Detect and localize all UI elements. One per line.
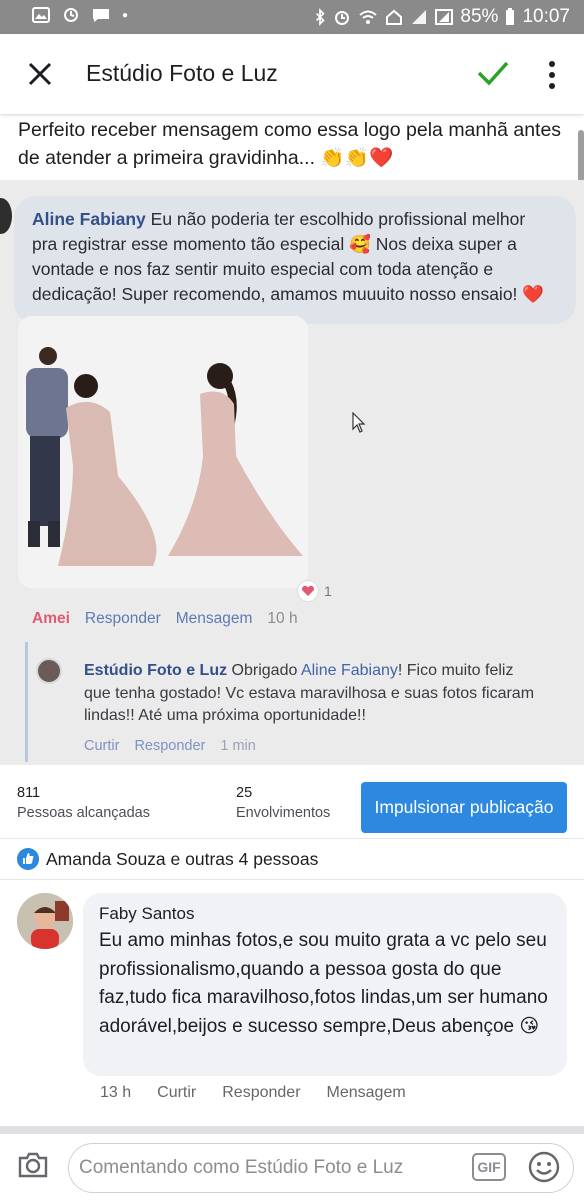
reach-count: 811 [17,785,41,801]
caption-line-2: de atender a primeira gravidinha... 👏👏❤️ [18,147,394,169]
signal-icon [412,10,427,24]
message-icon [93,9,109,22]
status-bar: ● 85% 10:07 [0,0,584,34]
comment-actions: 13 h Curtir Responder Mensagem [100,1084,406,1102]
app-bar: Estúdio Foto e Luz [0,34,584,114]
avatar-photo [17,893,73,949]
like-icon [17,848,39,870]
bluetooth-icon [316,8,326,26]
battery-icon [506,8,515,25]
close-icon[interactable] [26,60,54,88]
battery-percent: 85% [460,6,499,27]
comment-text: Eu amo minhas fotos,e sou muito grata a … [99,930,548,1037]
reacted-label[interactable]: Amei [32,610,70,628]
embedded-comment-actions: Amei Responder Mensagem 10 h [32,610,298,628]
dot-icon: ● [122,9,129,21]
comment-message-link[interactable]: Mensagem [327,1084,406,1102]
reply-text: Estúdio Foto e Luz Obrigado Aline Fabian… [84,660,544,728]
divider [0,1126,584,1134]
maternity-photo-illustration [18,316,308,588]
check-icon[interactable] [476,58,510,88]
camera-icon[interactable] [17,1151,49,1179]
reply-avatar [36,658,62,684]
avatar[interactable] [17,893,73,949]
post-caption: Perfeito receber mensagem como essa logo… [18,116,574,172]
heart-reaction-icon [297,580,319,602]
mouse-cursor-icon [352,412,366,433]
comment-reply-link[interactable]: Responder [222,1084,300,1102]
page-title: Estúdio Foto e Luz [86,60,278,86]
reply-link[interactable]: Responder [85,610,161,628]
embedded-comment-text: Aline Fabiany Eu não poderia ter escolhi… [32,207,552,307]
comment-bubble: Faby Santos Eu amo minhas fotos,e sou mu… [83,893,567,1076]
comment-author[interactable]: Faby Santos [99,904,194,924]
engagement-stat: 25 Envolvimentos [236,784,330,824]
reaction-count: 1 [324,583,332,599]
emoji-icon[interactable] [528,1151,560,1183]
post-photo[interactable]: Aline Fabiany Eu não poderia ter escolhi… [0,180,584,765]
reply-body-start: Obrigado [231,662,298,679]
caption-line-1: Perfeito receber mensagem como essa logo… [18,119,562,141]
more-icon[interactable] [542,60,562,90]
reply-actions: Curtir Responder 1 min [84,738,256,754]
reach-stat: 811 Pessoas alcançadas [17,784,150,824]
reach-label: Pessoas alcançadas [17,805,150,821]
comment-like-link[interactable]: Curtir [157,1084,196,1102]
sync-icon [64,8,78,22]
comment-time: 13 h [100,1084,132,1101]
signal-icon-2 [435,9,454,25]
embedded-comment-time: 10 h [267,610,298,627]
embedded-comment-author: Aline Fabiany [32,209,146,229]
reply-tag: Aline Fabiany [300,662,398,679]
gif-icon[interactable]: GIF [472,1153,506,1181]
reply-like-link[interactable]: Curtir [84,738,119,754]
reply-thread-line [25,642,28,762]
clock: 10:07 [522,6,570,27]
alarm-icon [335,11,350,25]
reply-time: 1 min [220,738,256,754]
comment-composer: GIF [0,1134,584,1200]
engagement-label: Envolvimentos [236,805,331,821]
message-link[interactable]: Mensagem [176,610,253,628]
gallery-icon [32,7,50,23]
wifi-icon [359,10,378,24]
reaction-summary[interactable]: 1 [297,580,332,602]
reply-author: Estúdio Foto e Luz [84,662,228,679]
likes-summary: Amanda Souza e outras 4 pessoas [46,849,319,869]
boost-post-button[interactable]: Impulsionar publicação [361,782,567,833]
post-insights: 811 Pessoas alcançadas 25 Envolvimentos … [0,766,584,836]
embedded-avatar [0,198,12,234]
engagement-count: 25 [236,785,253,801]
home-icon [386,9,403,25]
maternity-photo [18,316,308,588]
likes-row[interactable]: Amanda Souza e outras 4 pessoas [0,838,584,880]
reply-reply-link[interactable]: Responder [134,738,205,754]
